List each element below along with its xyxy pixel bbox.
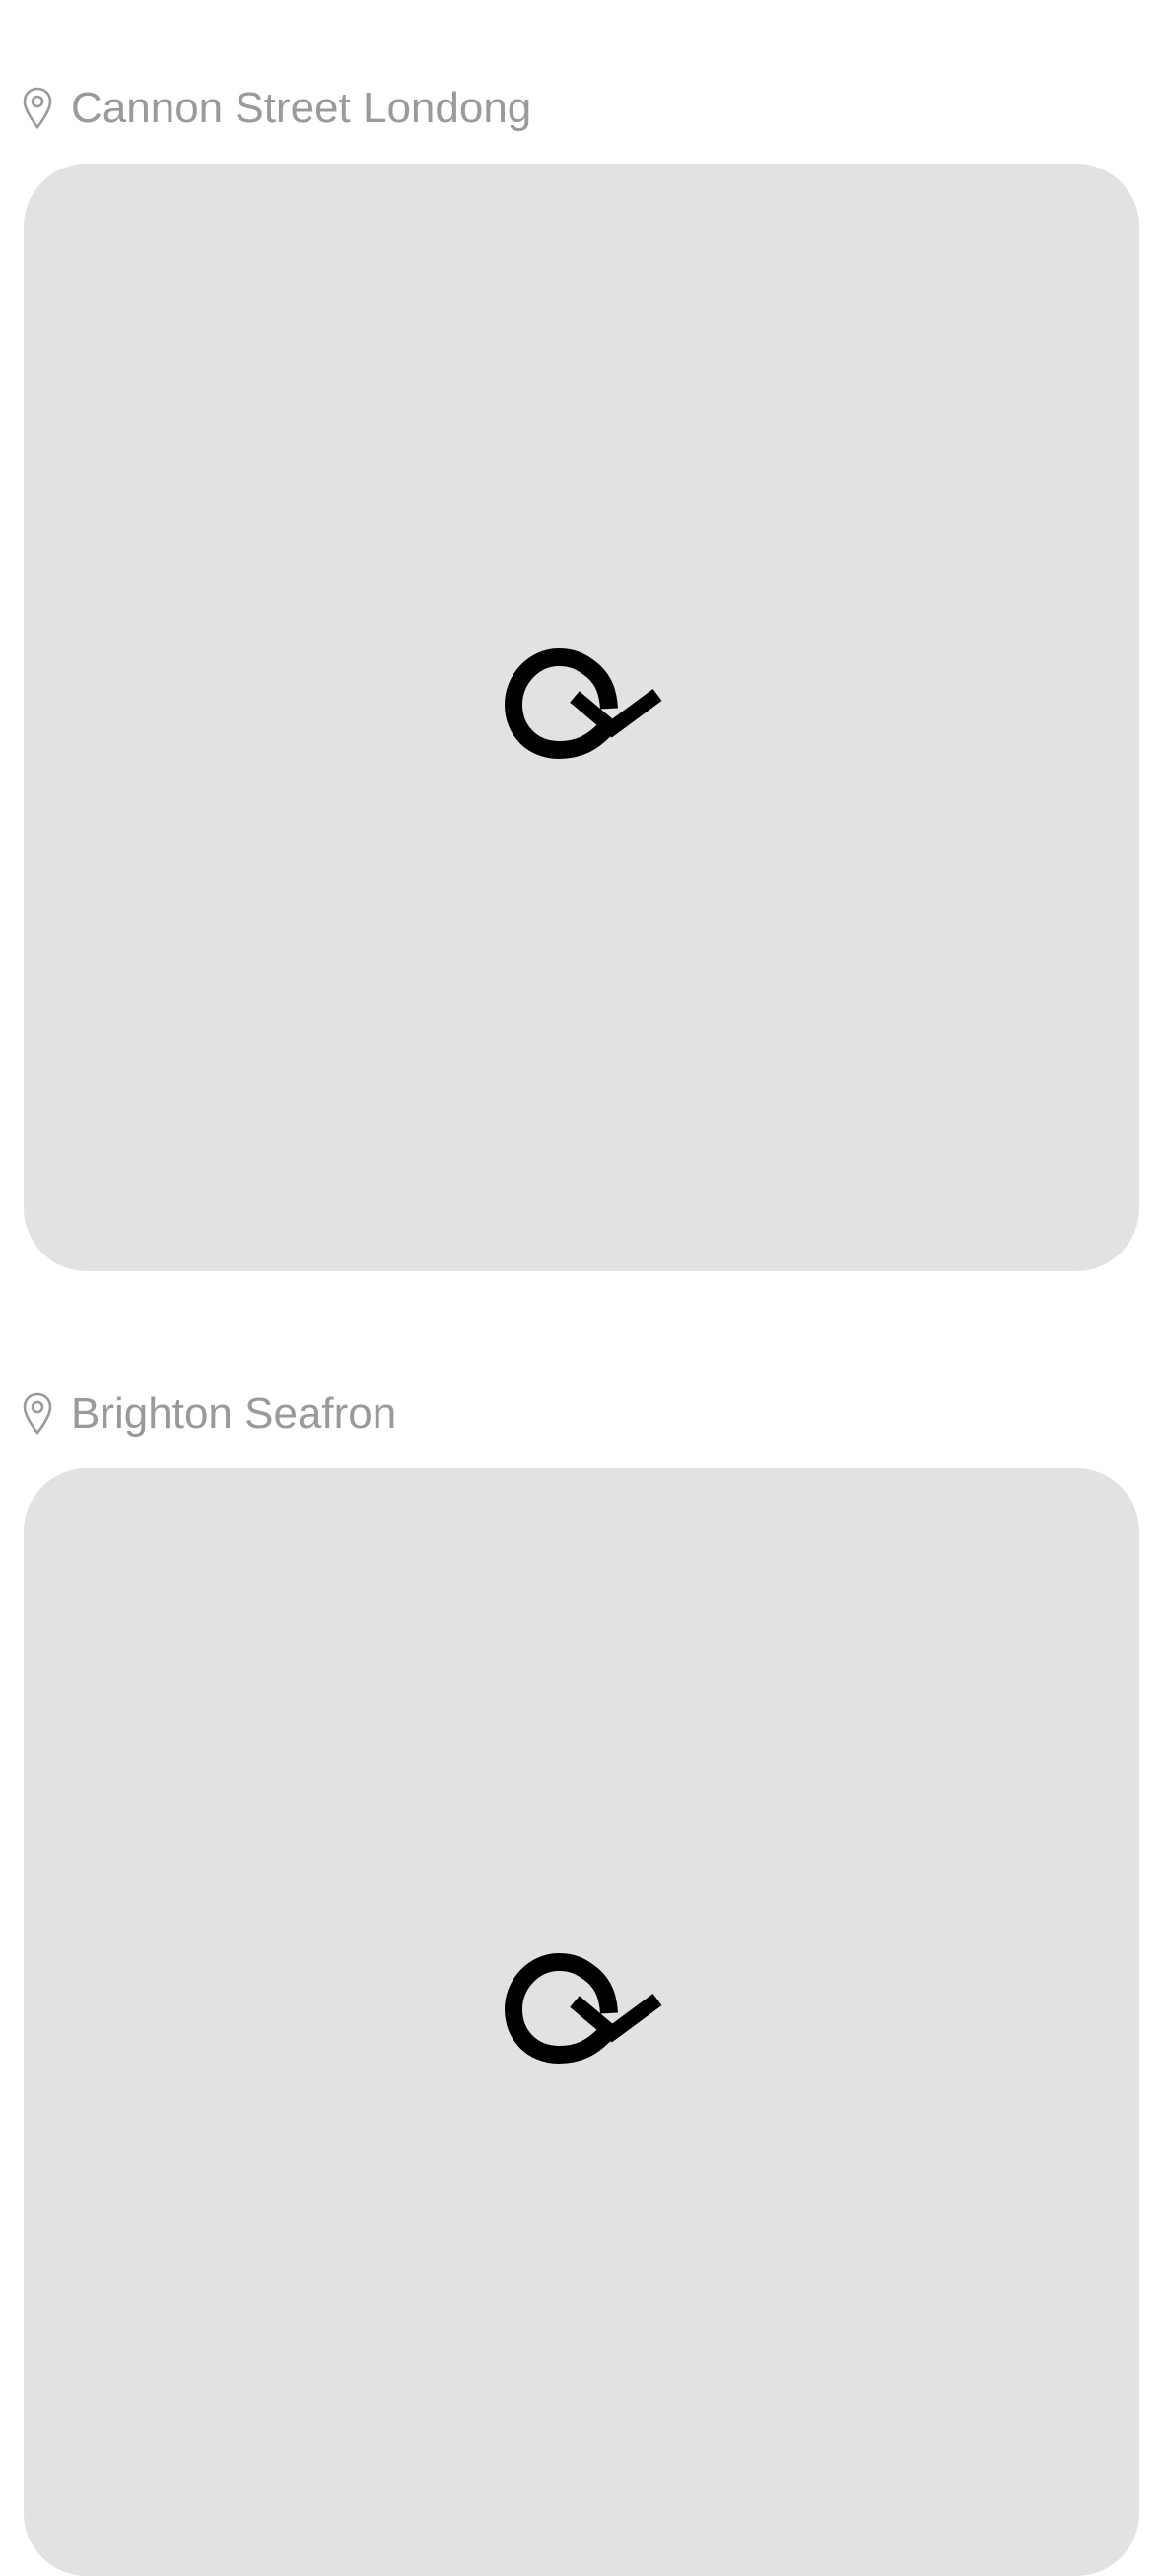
location-label[interactable]: Cannon Street Londong: [71, 84, 531, 133]
location-pin-icon: [22, 86, 53, 131]
reload-icon[interactable]: [478, 1938, 685, 2106]
media-card[interactable]: [24, 1468, 1139, 2576]
location-header: Cannon Street Londong: [22, 79, 531, 138]
location-header: Brighton Seafron: [22, 1385, 396, 1444]
media-card[interactable]: [24, 164, 1139, 1271]
location-pin-icon: [22, 1391, 53, 1437]
reload-icon[interactable]: [478, 634, 685, 801]
location-label[interactable]: Brighton Seafron: [71, 1390, 396, 1439]
